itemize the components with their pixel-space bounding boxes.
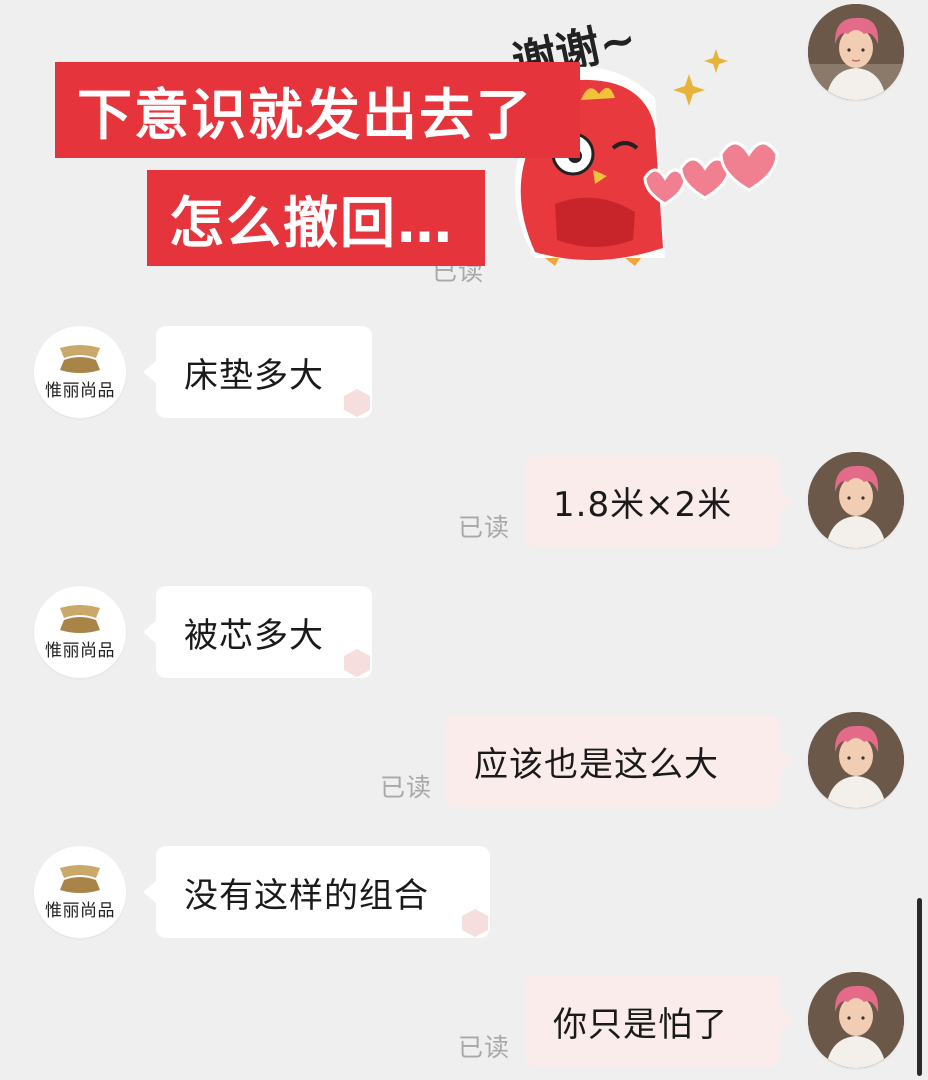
shop-logo-icon — [60, 605, 100, 633]
user-avatar[interactable] — [808, 712, 904, 808]
read-status: 已读 — [380, 773, 433, 802]
watermark-icon — [344, 649, 370, 677]
message-bubble-incoming[interactable]: 床垫多大 — [156, 326, 372, 418]
bubble-tail — [143, 620, 157, 644]
shop-name-label: 惟丽尚品 — [45, 381, 115, 401]
shop-avatar[interactable]: 惟丽尚品 — [34, 586, 126, 678]
user-avatar[interactable] — [808, 4, 904, 100]
caption-line2: 怎么撤回… — [147, 170, 485, 266]
watermark-icon — [344, 389, 370, 417]
message-text: 你只是怕了 — [553, 1004, 728, 1045]
caption-line1: 下意识就发出去了 — [55, 62, 580, 158]
read-status: 已读 — [458, 513, 511, 542]
shop-logo-icon — [60, 865, 100, 893]
message-bubble-outgoing[interactable]: 1.8米×2米 — [525, 455, 780, 547]
message-text: 应该也是这么大 — [474, 744, 719, 785]
user-avatar-image — [808, 712, 904, 808]
shop-avatar[interactable]: 惟丽尚品 — [34, 846, 126, 938]
message-bubble-incoming[interactable]: 被芯多大 — [156, 586, 372, 678]
bubble-tail — [780, 1009, 794, 1033]
user-avatar[interactable] — [808, 452, 904, 548]
read-status: 已读 — [458, 1033, 511, 1062]
shop-logo-icon — [60, 345, 100, 373]
shop-name-label: 惟丽尚品 — [45, 901, 115, 921]
message-bubble-outgoing[interactable]: 你只是怕了 — [525, 975, 780, 1067]
bubble-tail — [143, 360, 157, 384]
scrollbar[interactable] — [917, 898, 922, 1076]
message-bubble-incoming[interactable]: 没有这样的组合 — [156, 846, 490, 938]
message-text: 被芯多大 — [184, 615, 324, 656]
message-bubble-outgoing[interactable]: 应该也是这么大 — [446, 715, 780, 807]
user-avatar-image — [808, 972, 904, 1068]
message-text: 没有这样的组合 — [184, 875, 429, 916]
message-text: 床垫多大 — [184, 355, 324, 396]
shop-avatar[interactable]: 惟丽尚品 — [34, 326, 126, 418]
user-avatar-image — [808, 4, 904, 100]
watermark-icon — [462, 909, 488, 937]
user-avatar[interactable] — [808, 972, 904, 1068]
user-avatar-image — [808, 452, 904, 548]
message-text: 1.8米×2米 — [553, 484, 733, 525]
bubble-tail — [780, 489, 794, 513]
bubble-tail — [780, 749, 794, 773]
shop-name-label: 惟丽尚品 — [45, 641, 115, 661]
bubble-tail — [143, 880, 157, 904]
